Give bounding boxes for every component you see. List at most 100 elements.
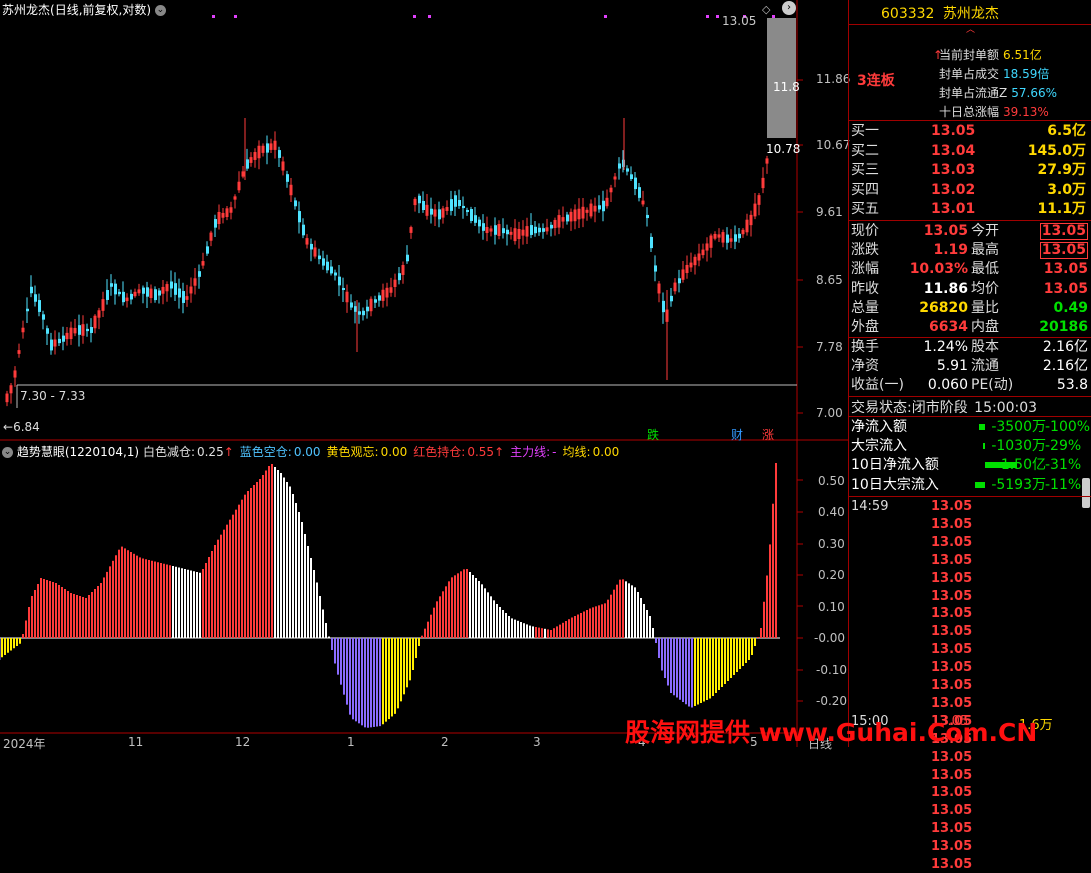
candle-down xyxy=(350,302,353,308)
signal-marker xyxy=(706,15,709,18)
indicator-bar-up xyxy=(223,529,225,638)
indicator-bar-up xyxy=(79,596,81,638)
candle-down xyxy=(630,174,633,180)
indicator-bar-up xyxy=(583,611,585,638)
bid-volume: 3.0万 xyxy=(1047,181,1086,198)
candle-down xyxy=(122,291,125,303)
bid-label: 买四 xyxy=(851,181,879,198)
diamond-icon[interactable]: ◇ xyxy=(762,3,770,16)
price-tick: 7.00 xyxy=(816,406,843,420)
indicator-bar-down xyxy=(400,638,402,702)
candle-down xyxy=(662,300,665,313)
indicator-bar-up xyxy=(634,587,636,638)
bid-row[interactable]: 买四 13.02 3.0万 xyxy=(849,181,1091,200)
indicator-bar-down xyxy=(391,638,393,717)
tick-row: 13.05 xyxy=(849,570,1091,587)
bid-row[interactable]: 买五 13.01 11.1万 xyxy=(849,200,1091,219)
indicator-value-0: 白色减仓: 0.25↑ xyxy=(143,445,234,459)
event-tag-rise[interactable]: 涨 xyxy=(762,426,774,443)
indicator-bar-down xyxy=(358,638,360,724)
candle-down xyxy=(298,211,301,223)
indicator-bar-down xyxy=(337,638,339,675)
fund-flow-row: 大宗流入 -1030万 -29% xyxy=(849,437,1091,455)
indicator-bar-up xyxy=(427,621,429,638)
event-tag-finance[interactable]: 财 xyxy=(731,426,743,443)
candle-down xyxy=(550,224,553,229)
indicator-bar-up xyxy=(211,551,213,638)
indicator-bar-down xyxy=(370,638,372,728)
indicator-bar-up xyxy=(187,569,189,638)
candle-down xyxy=(650,236,653,249)
indicator-bar-up xyxy=(175,566,177,638)
tick-row: 13.05 xyxy=(849,856,1091,873)
expand-icon[interactable]: › xyxy=(782,1,796,15)
seal-value: 39.13% xyxy=(1003,105,1049,119)
indicator-bar-up xyxy=(196,572,198,638)
candle-down xyxy=(110,283,113,287)
candle-down xyxy=(626,168,629,172)
indicator-bar-up xyxy=(649,616,651,638)
trade-state: 交易状态:闭市阶段 15:00:03 xyxy=(851,397,1037,417)
event-tag-fall[interactable]: 跌 xyxy=(647,426,659,443)
candle-down xyxy=(398,273,401,281)
watermark: 股海网提供 www.Guhai.Com.CN xyxy=(625,718,1038,747)
candle-down xyxy=(738,233,741,239)
candle-down xyxy=(454,195,457,207)
indicator-values: 白色减仓: 0.25↑ 蓝色空仓: 0.00 黄色观忘: 0.00 红色持仓: 0.55↑ 主力… xyxy=(143,445,625,459)
candle-down xyxy=(482,223,485,231)
indicator-bar-down xyxy=(706,638,708,700)
indicator-bar-up xyxy=(115,555,117,638)
indicator-bar-up xyxy=(622,579,624,638)
indicator-bar-up xyxy=(184,569,186,638)
candle-down xyxy=(374,299,377,303)
signal-marker xyxy=(428,15,431,18)
tick-row: 14:59 13.05 xyxy=(849,498,1091,515)
bid-row[interactable]: 买一 13.05 6.5亿 xyxy=(849,122,1091,141)
indicator-bar-up xyxy=(547,629,549,638)
indicator-bar-up xyxy=(652,628,654,638)
indicator-bar-up xyxy=(520,622,522,638)
indicator-bar-up xyxy=(511,618,513,638)
indicator-bar-up xyxy=(628,583,630,638)
indicator-bar-up xyxy=(565,621,567,638)
indicator-tick: -0.10 xyxy=(816,663,848,677)
tick-price: 13.05 xyxy=(931,516,973,532)
collapse-icon[interactable]: ︿ xyxy=(849,24,1091,36)
flow-pct: -31% xyxy=(1045,457,1082,474)
indicator-bar-up xyxy=(289,486,291,638)
indicator-bar-up xyxy=(145,559,147,638)
indicator-bar-up xyxy=(316,582,318,638)
flow-label: 10日大宗流入 xyxy=(851,476,939,493)
indicator-bars xyxy=(0,463,777,728)
indicator-value-4: 主力线: - xyxy=(510,445,556,459)
indicator-label: 黄色观忘: xyxy=(326,445,379,459)
candle-down xyxy=(466,209,469,213)
indicator-bar-up xyxy=(481,584,483,638)
indicator-bar-up xyxy=(67,591,69,638)
bid-row[interactable]: 买二 13.04 145.0万 xyxy=(849,142,1091,161)
stat-value: 53.8 xyxy=(1056,377,1088,394)
indicator-bar-up xyxy=(328,636,330,638)
indicator-bar-down xyxy=(7,638,9,653)
indicator-bar-up xyxy=(94,589,96,638)
tick-row: 13.05 xyxy=(849,659,1091,676)
indicator-settings-icon[interactable]: ⌄ xyxy=(2,447,13,458)
signal-marker xyxy=(212,15,215,18)
bid-row[interactable]: 买三 13.03 27.9万 xyxy=(849,161,1091,180)
indicator-bar-up xyxy=(277,470,279,638)
indicator-bar-up xyxy=(232,514,234,638)
indicator-bar-up xyxy=(49,581,51,638)
indicator-bar-down xyxy=(721,638,723,687)
candle-down xyxy=(318,255,321,260)
indicator-bar-up xyxy=(250,488,252,638)
candle-down xyxy=(462,205,465,209)
tick-row: 13.05 xyxy=(849,838,1091,855)
indicator-bar-up xyxy=(262,475,264,638)
candle-down xyxy=(450,199,453,211)
range-label: 7.30 - 7.33 xyxy=(20,389,86,403)
candle-down xyxy=(634,177,637,190)
dropdown-icon[interactable]: ⌄ xyxy=(154,5,166,16)
seal-value: 6.51亿 xyxy=(1003,48,1042,62)
tick-price: 13.05 xyxy=(931,642,973,658)
bid-price: 13.02 xyxy=(931,181,976,198)
